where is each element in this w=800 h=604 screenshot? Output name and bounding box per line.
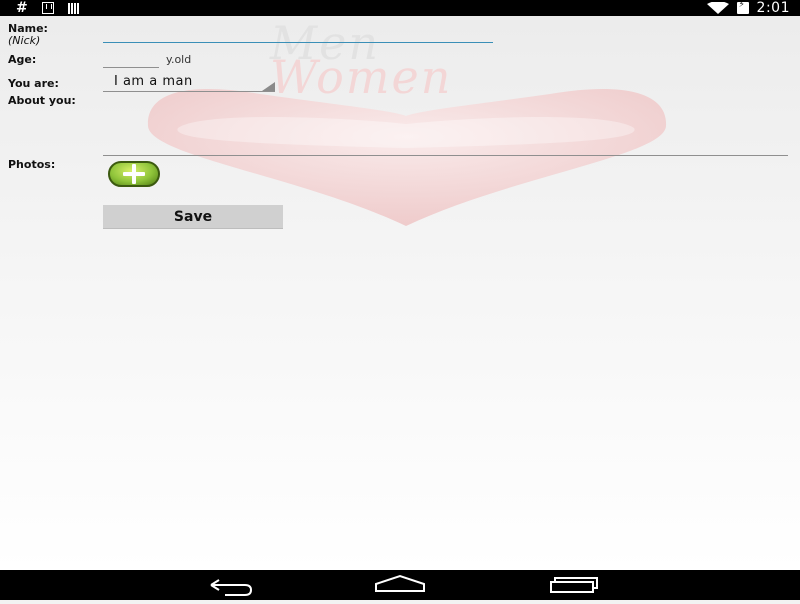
home-button[interactable] [366, 570, 436, 600]
gender-select[interactable]: I am a man [103, 73, 275, 92]
clock: 2:01 [756, 0, 790, 16]
age-label: Age: [8, 53, 37, 66]
wifi-icon [706, 2, 729, 14]
gender-select-value: I am a man [114, 74, 193, 89]
download-icon [41, 2, 54, 14]
home-icon [375, 574, 425, 592]
hash-icon: # [16, 0, 28, 16]
barcode-icon [67, 2, 79, 14]
about-field[interactable] [103, 154, 788, 156]
recents-button[interactable] [537, 570, 607, 600]
back-button[interactable] [195, 570, 265, 600]
name-hint: (Nick) [8, 34, 41, 47]
save-button[interactable]: Save [103, 205, 283, 229]
plus-icon-vertical [132, 164, 136, 184]
dropdown-triangle-icon [262, 82, 275, 91]
age-field[interactable] [103, 66, 159, 68]
profile-form-screen: Men Women Name: (Nick) Age: y.old You ar… [0, 16, 800, 570]
gender-label: You are: [8, 77, 59, 90]
age-suffix: y.old [166, 53, 192, 66]
status-bar: # 2:01 [0, 0, 800, 16]
battery-charging-icon [736, 0, 749, 14]
watermark-women: Women [270, 50, 453, 104]
name-field[interactable] [103, 41, 493, 43]
about-label: About you: [8, 94, 76, 107]
photos-label: Photos: [8, 158, 56, 171]
recents-icon [550, 577, 598, 593]
back-icon [210, 579, 253, 596]
add-photo-button[interactable] [108, 161, 160, 187]
navigation-bar [0, 570, 800, 600]
background-art: Men Women [0, 16, 800, 570]
